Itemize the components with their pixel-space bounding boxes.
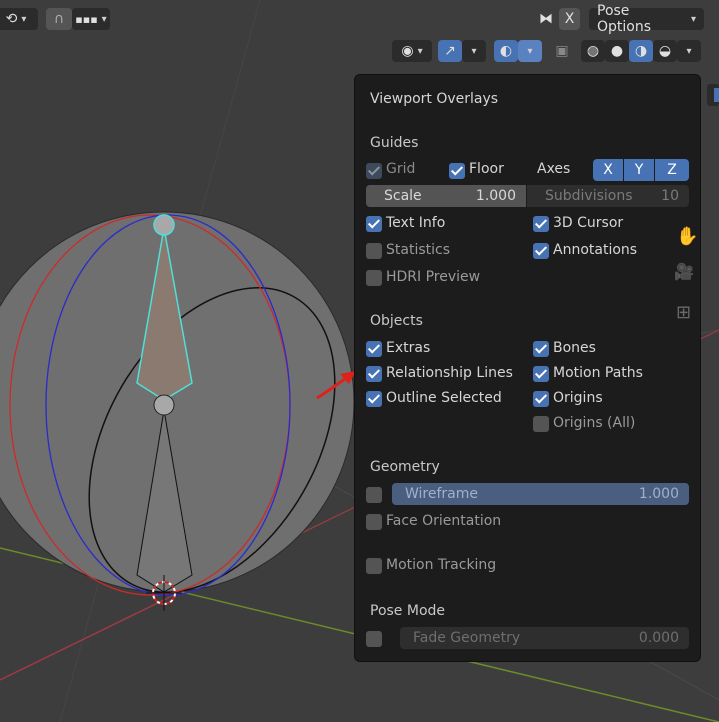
- grid-checkbox[interactable]: [366, 163, 382, 179]
- xray-icon: ▣: [555, 43, 569, 59]
- motion-tracking-checkbox[interactable]: [366, 558, 382, 574]
- shading-solid-button[interactable]: ●: [605, 40, 629, 62]
- bones-checkbox[interactable]: [533, 341, 549, 357]
- extras-checkbox[interactable]: [366, 341, 382, 357]
- solid-sphere-icon: ●: [610, 43, 624, 59]
- wireframe-sphere-icon: ◍: [586, 43, 600, 59]
- shading-rendered-button[interactable]: ◒: [653, 40, 677, 62]
- chevron-down-icon: ▾: [101, 13, 107, 25]
- material-sphere-icon: ◑: [634, 43, 648, 59]
- x-mirror-button[interactable]: X: [559, 8, 580, 30]
- chevron-down-icon: ▾: [471, 45, 477, 57]
- eye-icon: ◉: [401, 43, 414, 59]
- text-info-checkbox[interactable]: [366, 216, 382, 232]
- outline-selected-label: Outline Selected: [386, 390, 502, 406]
- statistics-label: Statistics: [386, 242, 450, 258]
- scale-field[interactable]: Scale 1.000: [366, 185, 526, 207]
- fade-geometry-slider[interactable]: Fade Geometry 0.000: [400, 627, 689, 649]
- axis-y-toggle[interactable]: Y: [624, 159, 654, 181]
- gizmo-dropdown[interactable]: ▾: [462, 40, 486, 62]
- overlays-dropdown[interactable]: ▾: [518, 40, 542, 62]
- origins-all-label: Origins (All): [553, 415, 636, 431]
- guides-heading: Guides: [370, 135, 419, 151]
- grid-view-icon[interactable]: ⊞: [676, 302, 691, 323]
- fade-geometry-checkbox[interactable]: [366, 631, 382, 647]
- geometry-heading: Geometry: [370, 459, 440, 475]
- xray-toggle[interactable]: ▣: [550, 40, 574, 62]
- shading-material-button[interactable]: ◑: [629, 40, 653, 62]
- 3d-cursor-label: 3D Cursor: [553, 215, 624, 231]
- viewport-overlays-popover: Viewport Overlays Guides Grid Floor Axes…: [354, 74, 701, 662]
- hand-icon[interactable]: ✋: [676, 226, 698, 247]
- floor-label: Floor: [469, 161, 504, 177]
- snap-toggle[interactable]: ∩: [46, 8, 72, 30]
- annotations-label: Annotations: [553, 242, 638, 258]
- hdri-preview-checkbox[interactable]: [366, 270, 382, 286]
- chevron-down-icon: ▾: [527, 45, 533, 57]
- extras-label: Extras: [386, 340, 431, 356]
- wireframe-checkbox[interactable]: [366, 487, 382, 503]
- pose-options-dropdown[interactable]: Pose Options ▾: [589, 3, 704, 35]
- transform-pivot-button[interactable]: ⟲ ▾: [0, 8, 38, 30]
- pivot-icon: ⟲: [5, 11, 18, 27]
- gizmo-toggle[interactable]: ↗: [438, 40, 462, 62]
- hdri-preview-label: HDRI Preview: [386, 269, 481, 285]
- camera-icon[interactable]: 🎥: [674, 262, 694, 281]
- shading-wireframe-button[interactable]: ◍: [581, 40, 605, 62]
- objects-heading: Objects: [370, 313, 423, 329]
- outline-selected-checkbox[interactable]: [366, 391, 382, 407]
- floor-checkbox[interactable]: [449, 163, 465, 179]
- axis-z-toggle[interactable]: Z: [655, 159, 689, 181]
- bones-label: Bones: [553, 340, 596, 356]
- snap-grid-icon: ▪▪▪: [75, 12, 98, 26]
- popover-title: Viewport Overlays: [370, 91, 499, 107]
- 3d-cursor-checkbox[interactable]: [533, 216, 549, 232]
- face-orientation-label: Face Orientation: [386, 513, 502, 529]
- origins-label: Origins: [553, 390, 603, 406]
- annotations-checkbox[interactable]: [533, 243, 549, 259]
- axis-x-toggle[interactable]: X: [593, 159, 623, 181]
- text-info-label: Text Info: [386, 215, 446, 231]
- gizmo-icon: ↗: [444, 43, 456, 59]
- overlays-toggle[interactable]: ◐: [494, 40, 518, 62]
- relationship-lines-checkbox[interactable]: [366, 366, 382, 382]
- statistics-checkbox[interactable]: [366, 243, 382, 259]
- axes-label: Axes: [537, 161, 571, 177]
- origins-checkbox[interactable]: [533, 391, 549, 407]
- motion-paths-label: Motion Paths: [553, 365, 643, 381]
- wireframe-slider[interactable]: Wireframe 1.000: [392, 483, 689, 505]
- chevron-down-icon: ▾: [417, 45, 423, 57]
- motion-tracking-label: Motion Tracking: [386, 557, 497, 573]
- snap-target-button[interactable]: ▪▪▪ ▾: [72, 8, 110, 30]
- mirror-icon: ⧓: [539, 11, 553, 27]
- pose-mode-heading: Pose Mode: [370, 603, 446, 619]
- motion-paths-checkbox[interactable]: [533, 366, 549, 382]
- origins-all-checkbox[interactable]: [533, 416, 549, 432]
- grid-label: Grid: [386, 161, 416, 177]
- visibility-dropdown[interactable]: ◉ ▾: [392, 40, 432, 62]
- overlays-icon: ◐: [499, 43, 513, 59]
- chevron-down-icon: ▾: [686, 45, 692, 57]
- face-orientation-checkbox[interactable]: [366, 514, 382, 530]
- rendered-sphere-icon: ◒: [658, 43, 672, 59]
- chevron-down-icon: ▾: [21, 13, 27, 25]
- magnet-icon: ∩: [53, 11, 65, 27]
- shading-dropdown[interactable]: ▾: [677, 40, 701, 62]
- relationship-lines-label: Relationship Lines: [386, 365, 513, 381]
- subdivisions-field[interactable]: Subdivisions 10: [527, 185, 689, 207]
- mirror-toggle[interactable]: ⧓: [534, 8, 558, 30]
- chevron-down-icon: ▾: [690, 13, 696, 25]
